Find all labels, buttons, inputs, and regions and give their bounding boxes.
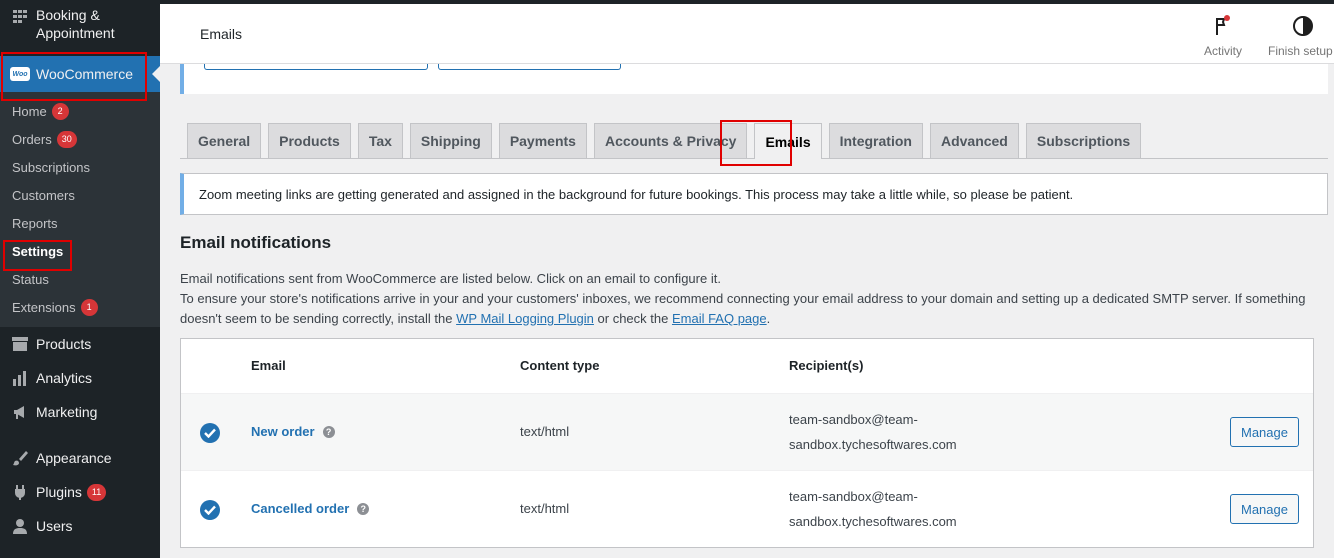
menu-item-woocommerce-label: WooCommerce xyxy=(36,66,133,82)
calendar-grid-icon xyxy=(10,7,30,27)
progress-circle-icon xyxy=(1268,14,1334,38)
woocommerce-submenu: Home 2 Orders 30 Subscriptions Customers R… xyxy=(0,92,160,327)
email-name-link[interactable]: New order? xyxy=(251,424,335,439)
appearance-icon xyxy=(10,448,30,468)
plugins-count-badge: 11 xyxy=(86,483,107,501)
upper-button-2[interactable] xyxy=(438,64,621,70)
menu-item-booking[interactable]: Booking & Appointment xyxy=(0,0,160,48)
manage-button[interactable]: Manage xyxy=(1230,417,1299,447)
submenu-item-home[interactable]: Home 2 xyxy=(0,97,160,125)
tab-accounts-privacy[interactable]: Accounts & Privacy xyxy=(593,123,748,158)
extensions-count-badge: 1 xyxy=(80,298,98,316)
header-email: Email xyxy=(251,358,286,373)
section-title: Email notifications xyxy=(180,233,332,252)
tab-general[interactable]: General xyxy=(187,123,262,158)
activity-button[interactable]: Activity xyxy=(1188,14,1258,58)
settings-tabs: General Products Tax Shipping Payments A… xyxy=(187,123,1148,159)
users-icon xyxy=(10,516,30,536)
enabled-check-icon xyxy=(200,500,220,520)
admin-sidebar: Booking & Appointment Woo WooCommerce Hom… xyxy=(0,0,160,558)
help-icon: ? xyxy=(322,425,335,438)
manage-button[interactable]: Manage xyxy=(1230,494,1299,524)
tab-subscriptions[interactable]: Subscriptions xyxy=(1025,123,1142,158)
content-type-value: text/html xyxy=(520,424,570,439)
finish-setup-label: Finish setup xyxy=(1268,44,1333,58)
tab-advanced[interactable]: Advanced xyxy=(929,123,1019,158)
tab-payments[interactable]: Payments xyxy=(498,123,587,158)
analytics-icon xyxy=(10,368,30,388)
upper-button-1[interactable] xyxy=(204,64,428,70)
submenu-item-extensions[interactable]: Extensions 1 xyxy=(0,293,160,321)
menu-item-booking-label: Booking & Appointment xyxy=(36,7,115,41)
enabled-check-icon xyxy=(200,423,220,443)
recipients-value: team-sandbox@team-sandbox.tychesoftwares… xyxy=(789,412,957,452)
recipients-value: team-sandbox@team-sandbox.tychesoftwares… xyxy=(789,489,957,529)
menu-item-users[interactable]: Users xyxy=(0,509,160,543)
header-content-type: Content type xyxy=(520,358,600,373)
tab-emails[interactable]: Emails xyxy=(754,123,822,159)
menu-item-marketing[interactable]: Marketing xyxy=(0,395,160,429)
table-header-row: Email Content type Recipient(s) xyxy=(181,339,1313,393)
submenu-item-orders[interactable]: Orders 30 xyxy=(0,125,160,153)
submenu-item-subscriptions[interactable]: Subscriptions xyxy=(0,153,160,181)
content-type-value: text/html xyxy=(520,501,570,516)
page-title: Emails xyxy=(200,26,243,42)
woocommerce-icon: Woo xyxy=(10,64,30,84)
tab-shipping[interactable]: Shipping xyxy=(409,123,492,158)
menu-item-products[interactable]: Products xyxy=(0,327,160,361)
lower-menu: Products Analytics Marketing Appearance … xyxy=(0,327,160,543)
menu-separator xyxy=(0,429,160,441)
wp-mail-logging-link[interactable]: WP Mail Logging Plugin xyxy=(456,311,594,326)
tab-tax[interactable]: Tax xyxy=(357,123,403,158)
section-description: Email notifications sent from WooCommerc… xyxy=(180,271,1306,326)
flag-icon xyxy=(1188,14,1258,38)
table-row: New order? text/html team-sandbox@team-s… xyxy=(181,393,1313,470)
zoom-notice: Zoom meeting links are getting generated… xyxy=(180,173,1328,215)
header-recipients: Recipient(s) xyxy=(789,358,864,373)
help-icon: ? xyxy=(357,502,370,515)
tab-products[interactable]: Products xyxy=(268,123,351,158)
marketing-icon xyxy=(10,402,30,422)
email-notifications-table: Email Content type Recipient(s) New orde… xyxy=(180,338,1314,548)
submenu-item-customers[interactable]: Customers xyxy=(0,181,160,209)
orders-count-badge: 30 xyxy=(56,130,77,148)
tab-integration[interactable]: Integration xyxy=(828,123,923,158)
email-faq-link[interactable]: Email FAQ page xyxy=(672,311,767,326)
submenu-item-status[interactable]: Status xyxy=(0,265,160,293)
plugins-icon xyxy=(10,482,30,502)
table-row: Cancelled order? text/html team-sandbox@… xyxy=(181,470,1313,547)
activity-label: Activity xyxy=(1203,44,1242,58)
menu-item-analytics[interactable]: Analytics xyxy=(0,361,160,395)
email-name-link[interactable]: Cancelled order? xyxy=(251,501,370,516)
submenu-item-settings[interactable]: Settings xyxy=(0,237,160,265)
home-count-badge: 2 xyxy=(51,102,69,120)
upper-notice-box xyxy=(180,64,1328,94)
finish-setup-button[interactable]: Finish setup xyxy=(1262,14,1334,58)
menu-item-woocommerce[interactable]: Woo WooCommerce xyxy=(0,56,160,92)
menu-item-plugins[interactable]: Plugins 11 xyxy=(0,475,160,509)
menu-item-appearance[interactable]: Appearance xyxy=(0,441,160,475)
woocommerce-header: Emails Activity Finish setup xyxy=(160,4,1334,64)
submenu-item-reports[interactable]: Reports xyxy=(0,209,160,237)
current-menu-arrow xyxy=(152,66,160,82)
products-icon xyxy=(10,334,30,354)
